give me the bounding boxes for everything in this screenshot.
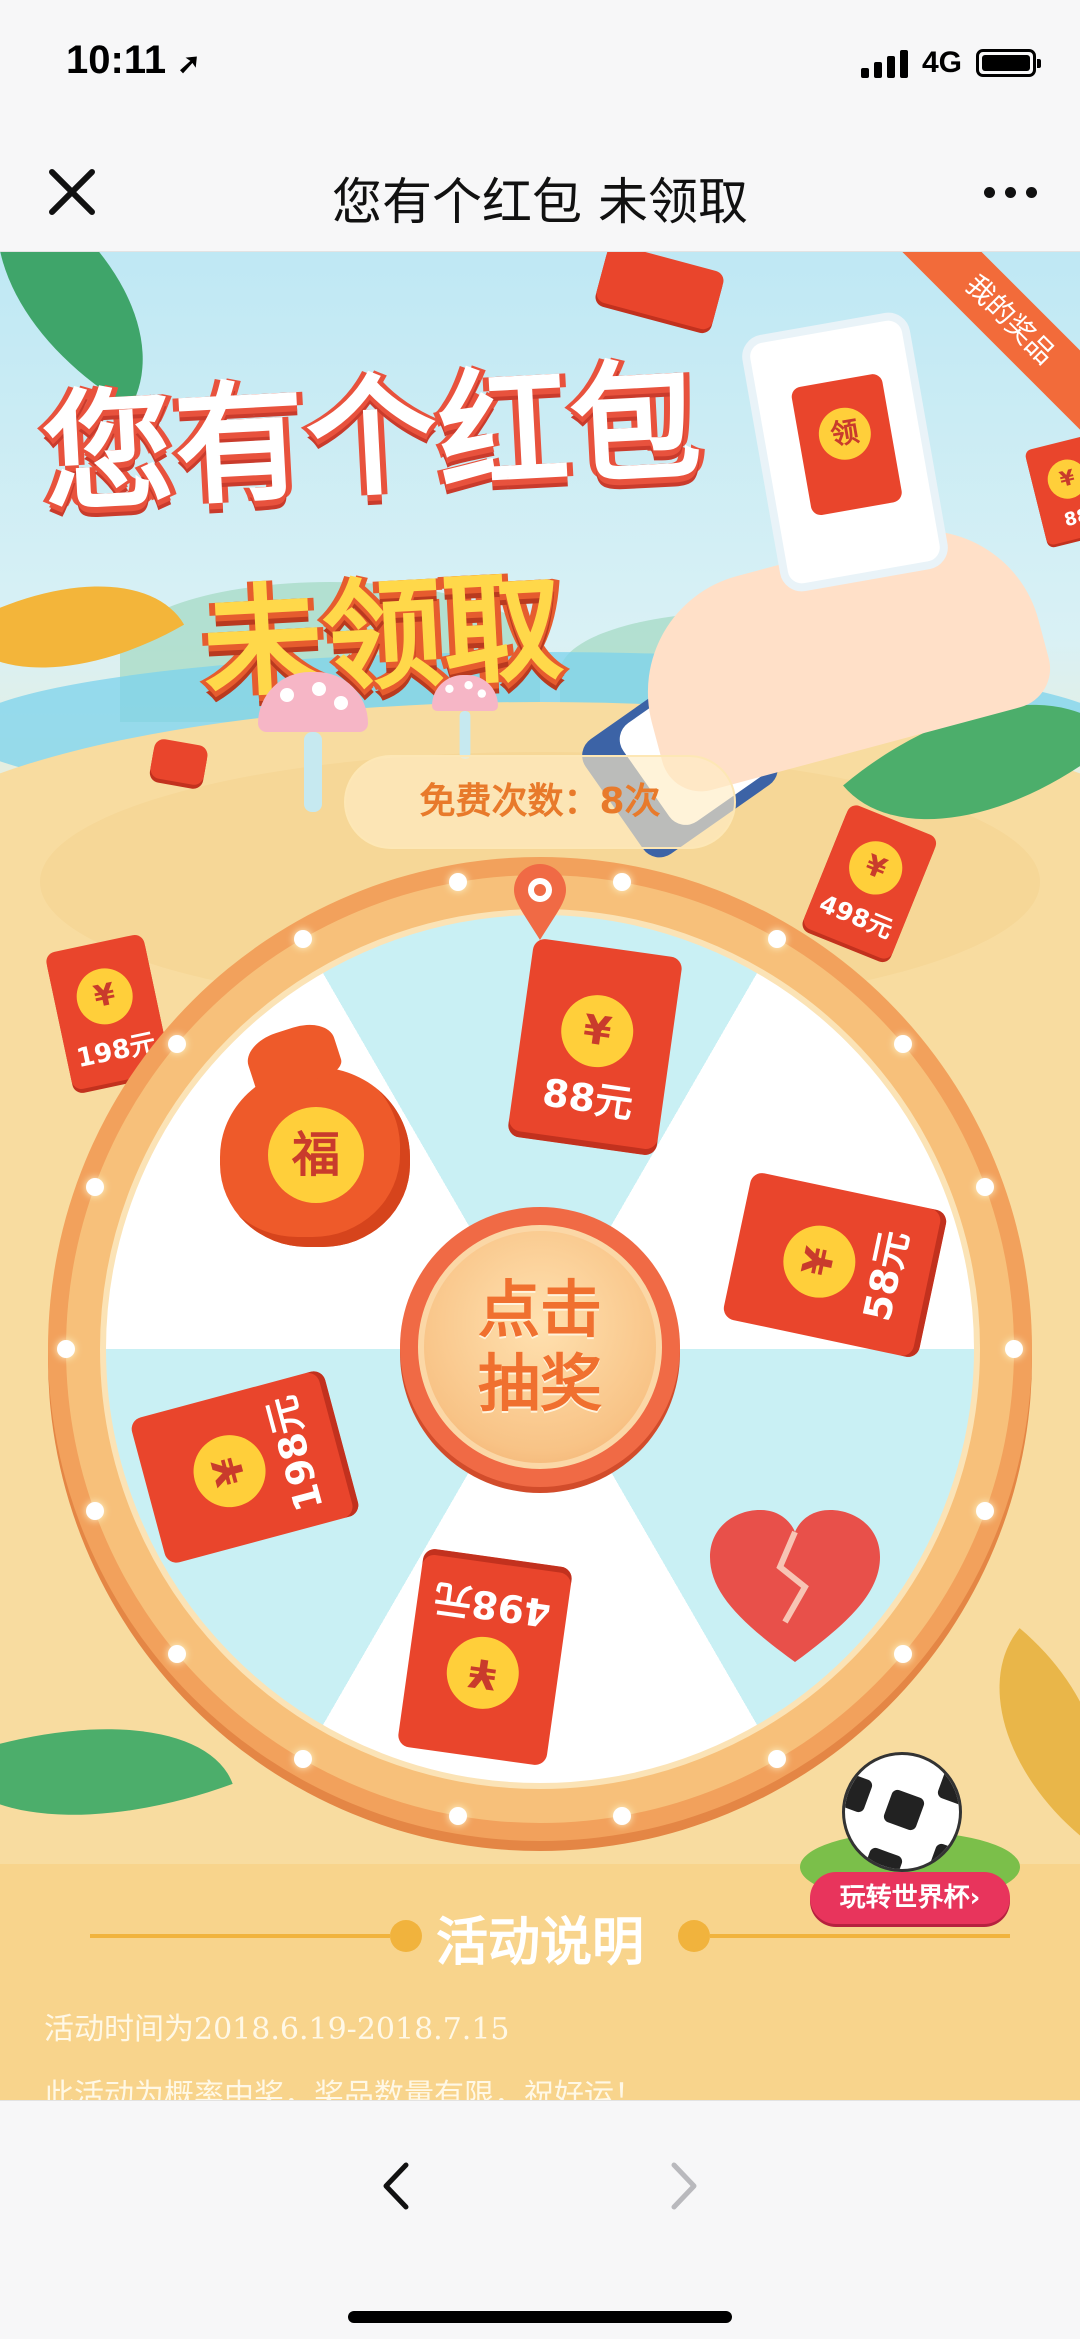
network-type: 4G (921, 46, 962, 79)
status-bar: 10:11 ➚ 4G (0, 0, 1080, 132)
free-spins-counter: 免费次数：8次 (344, 755, 736, 849)
more-dot-icon (983, 186, 995, 198)
draw-button-label: 点击抽奖 (477, 1273, 602, 1420)
red-envelope-icon: ¥ 88元 (506, 937, 684, 1157)
rim-bulb (167, 1644, 186, 1663)
red-envelope-icon: ¥ 58元 (721, 1170, 949, 1360)
nav-bar: 您有个红包 未领取 (0, 132, 1080, 252)
wheel-pointer-icon (514, 864, 566, 940)
soccer-ball-icon (842, 1752, 962, 1872)
hero-banner: 您有个红包 未领取 (39, 332, 722, 715)
rim-bulb (448, 873, 467, 892)
wheel-sector-heart (690, 1482, 900, 1692)
draw-button-face: 点击抽奖 (418, 1225, 662, 1469)
rim-bulb (1005, 1340, 1023, 1358)
more-dot-icon (1025, 186, 1037, 198)
wheel-sector-blessing-bag: 福 (210, 1052, 420, 1262)
rim-bulb (294, 1750, 312, 1769)
back-button[interactable] (362, 2151, 432, 2221)
rim-bulb (85, 1177, 104, 1196)
claim-coin: 领 (814, 403, 875, 464)
wheel-sector-88: ¥ 88元 (476, 928, 713, 1165)
location-arrow-icon: ➚ (177, 48, 201, 79)
rim-bulb (448, 1806, 467, 1825)
chevron-right-icon (671, 2162, 697, 2210)
page-title: 您有个红包 未领取 (332, 173, 748, 231)
red-envelope-icon: ¥ 498元 (396, 1547, 574, 1767)
wheel-sector-58: ¥ 58元 (710, 1140, 959, 1389)
rim-bulb (976, 1177, 995, 1196)
lottery-page: 您有个红包 未领取 领 我的奖品 ¥ 198元 ¥ 498元 ¥ 88 免费次数… (0, 252, 1080, 2100)
rim-bulb (976, 1502, 995, 1521)
signal-icon (860, 48, 908, 78)
rim-bulb (85, 1502, 104, 1521)
rules-line: 此活动为概率中奖，奖品数量有限，祝好运！ (44, 2078, 644, 2100)
more-dot-icon (1004, 186, 1016, 198)
rim-bulb (768, 1750, 786, 1769)
rim-bulb (894, 1035, 913, 1054)
battery-icon (976, 49, 1041, 77)
rules-line: 活动时间为2018.6.19-2018.7.15 (44, 2012, 510, 2047)
chevron-left-icon (383, 2162, 409, 2210)
world-cup-button[interactable]: 玩转世界杯› (810, 1872, 1010, 1924)
rim-bulb (57, 1340, 75, 1358)
mushroom-decoration (432, 675, 498, 759)
rim-bulb (294, 929, 312, 948)
red-envelope-icon: ¥ 198元 (128, 1368, 362, 1566)
status-time: 10:11 ➚ (66, 38, 201, 82)
wheel-sector-498: ¥ 498元 (366, 1538, 603, 1775)
rim-bulb (768, 929, 786, 948)
rim-bulb (613, 1806, 632, 1825)
more-button[interactable] (970, 162, 1050, 222)
forward-button[interactable] (648, 2151, 718, 2221)
home-indicator (348, 2311, 732, 2323)
browser-toolbar (0, 2100, 1080, 2339)
banner-title: 您有个红包 (39, 344, 707, 531)
lucky-bag-icon: 福 (220, 1067, 410, 1247)
status-indicators: 4G (860, 46, 1041, 80)
broken-heart-icon (710, 1510, 880, 1662)
red-envelope-icon: 领 (790, 372, 904, 517)
draw-button[interactable]: 点击抽奖 (400, 1207, 680, 1487)
